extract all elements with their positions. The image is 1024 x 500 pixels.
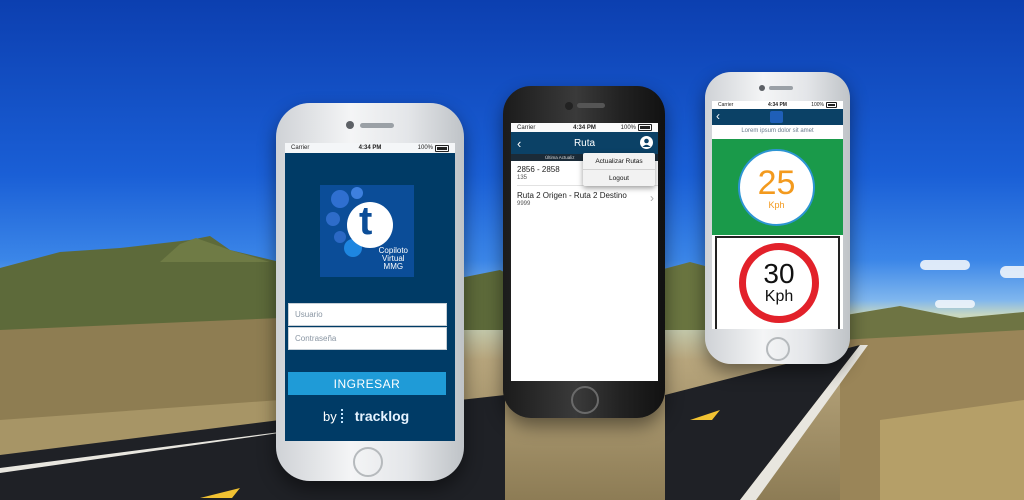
app-name: Copiloto Virtual MMG	[379, 247, 408, 271]
earpiece-speaker	[769, 86, 793, 90]
battery-percent: 100%	[811, 102, 824, 108]
route-name: Ruta 2 Origen - Ruta 2 Destino	[517, 191, 627, 200]
back-chevron-icon[interactable]: ‹	[716, 109, 720, 123]
status-bar: Carrier 4:34 PM 100%	[285, 143, 455, 153]
battery-icon	[435, 144, 449, 152]
nav-bar: ‹ Ruta	[511, 132, 658, 154]
user-menu-icon[interactable]	[640, 136, 653, 149]
earpiece-speaker	[577, 103, 605, 108]
menu-item-logout[interactable]: Logout	[583, 170, 655, 186]
earpiece-speaker	[360, 123, 394, 128]
app-logo-icon	[770, 111, 783, 123]
brand-name: tracklog	[354, 408, 410, 424]
cloud	[935, 300, 975, 308]
page-title: Ruta	[573, 137, 596, 149]
current-speed-unit: Kph	[768, 199, 785, 210]
login-screen: Carrier 4:34 PM 100% t Copiloto Virtual …	[285, 143, 455, 441]
route-code: 9999	[517, 201, 531, 207]
battery-indicator: 100%	[417, 144, 449, 152]
front-camera	[759, 85, 765, 91]
tracklog-logo-icon	[340, 409, 351, 423]
cloud	[1000, 266, 1024, 278]
battery-icon	[638, 124, 652, 131]
caption: Lorem ipsum dolor sit amet	[741, 128, 814, 134]
app-name-line: MMG	[383, 262, 404, 271]
current-speed-gauge: 25 Kph	[738, 149, 815, 226]
logo-letter: t	[359, 199, 373, 243]
brand-footer: by tracklog	[323, 408, 409, 424]
home-button[interactable]	[353, 447, 383, 477]
app-logo: t Copiloto Virtual MMG	[320, 185, 414, 277]
front-camera	[346, 121, 354, 129]
battery-percent: 100%	[620, 124, 636, 131]
promo-scene: Carrier 4:34 PM 100% t Copiloto Virtual …	[0, 0, 1024, 500]
home-button[interactable]	[571, 386, 599, 414]
status-bar: Carrier 4:34 PM 100%	[511, 123, 658, 132]
current-speed-panel: 25 Kph	[712, 139, 843, 235]
nav-bar: ‹	[712, 109, 843, 125]
speed-phone: Carrier 4:34 PM 100% ‹ Lorem ipsum dolor…	[705, 72, 850, 364]
speed-limit-sign: 30 Kph	[715, 236, 840, 329]
user-dropdown-menu: Actualizar Rutas Logout	[583, 153, 655, 186]
home-button[interactable]	[766, 337, 790, 361]
login-button[interactable]: INGRESAR	[288, 372, 446, 395]
routes-screen: Carrier 4:34 PM 100% ‹ Ruta Última Actua…	[511, 123, 658, 381]
chevron-right-icon: ›	[650, 191, 654, 205]
battery-indicator: 100%	[621, 124, 652, 131]
speed-limit-circle: 30 Kph	[739, 243, 819, 323]
battery-percent: 100%	[417, 145, 433, 151]
speed-limit-unit: Kph	[764, 288, 794, 305]
user-icon	[642, 138, 651, 147]
front-camera	[565, 102, 573, 110]
battery-icon	[826, 102, 837, 108]
status-bar: Carrier 4:34 PM 100%	[712, 101, 843, 109]
password-field[interactable]: Contraseña	[288, 327, 447, 350]
back-chevron-icon[interactable]: ‹	[517, 136, 521, 151]
current-speed-value: 25	[757, 163, 796, 202]
cloud	[920, 260, 970, 270]
brand-prefix: by	[323, 408, 337, 424]
speed-screen: Carrier 4:34 PM 100% ‹ Lorem ipsum dolor…	[712, 101, 843, 329]
route-row[interactable]: Ruta 2 Origen - Ruta 2 Destino 9999	[517, 191, 652, 207]
login-phone: Carrier 4:34 PM 100% t Copiloto Virtual …	[276, 103, 464, 481]
routes-phone: Carrier 4:34 PM 100% ‹ Ruta Última Actua…	[503, 86, 665, 418]
battery-indicator: 100%	[811, 102, 837, 108]
speed-limit-value: 30	[763, 258, 795, 289]
username-field[interactable]: Usuario	[288, 303, 447, 326]
menu-item-update-routes[interactable]: Actualizar Rutas	[583, 153, 655, 170]
